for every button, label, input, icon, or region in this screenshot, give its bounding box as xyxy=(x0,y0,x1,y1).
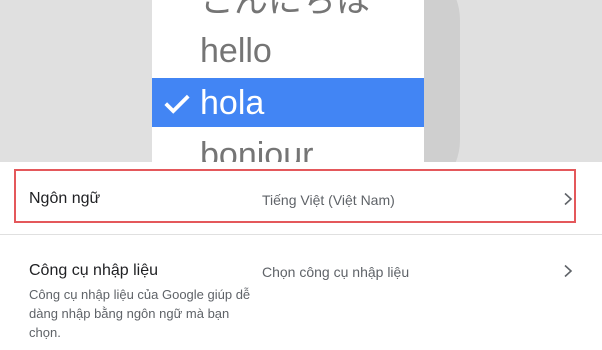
language-word-french: bonjour xyxy=(200,136,314,162)
input-tools-title: Công cụ nhập liệu xyxy=(29,262,158,279)
language-setting-title: Ngôn ngữ xyxy=(29,190,101,207)
selected-language-row: hola xyxy=(152,78,424,127)
language-setting-value: Tiếng Việt (Việt Nam) xyxy=(262,192,395,208)
check-icon xyxy=(164,94,190,114)
selected-language-label: hola xyxy=(200,84,265,122)
chevron-right-icon xyxy=(564,264,573,278)
chevron-right-icon xyxy=(564,192,573,206)
language-setting-row[interactable]: Ngôn ngữ Tiếng Việt (Việt Nam) xyxy=(0,162,602,235)
language-illustration: こんにちは hello hola bonjour xyxy=(0,0,602,162)
input-tools-setting-row[interactable]: Công cụ nhập liệu Chọn công cụ nhập liệu… xyxy=(0,235,602,350)
language-word-english: hello xyxy=(200,32,272,70)
input-tools-value: Chọn công cụ nhập liệu xyxy=(262,264,410,280)
language-word-japanese: こんにちは xyxy=(200,0,370,20)
language-list-illustration: こんにちは hello hola bonjour xyxy=(152,0,424,162)
input-tools-description: Công cụ nhập liệu của Google giúp dễ dàn… xyxy=(29,287,251,340)
